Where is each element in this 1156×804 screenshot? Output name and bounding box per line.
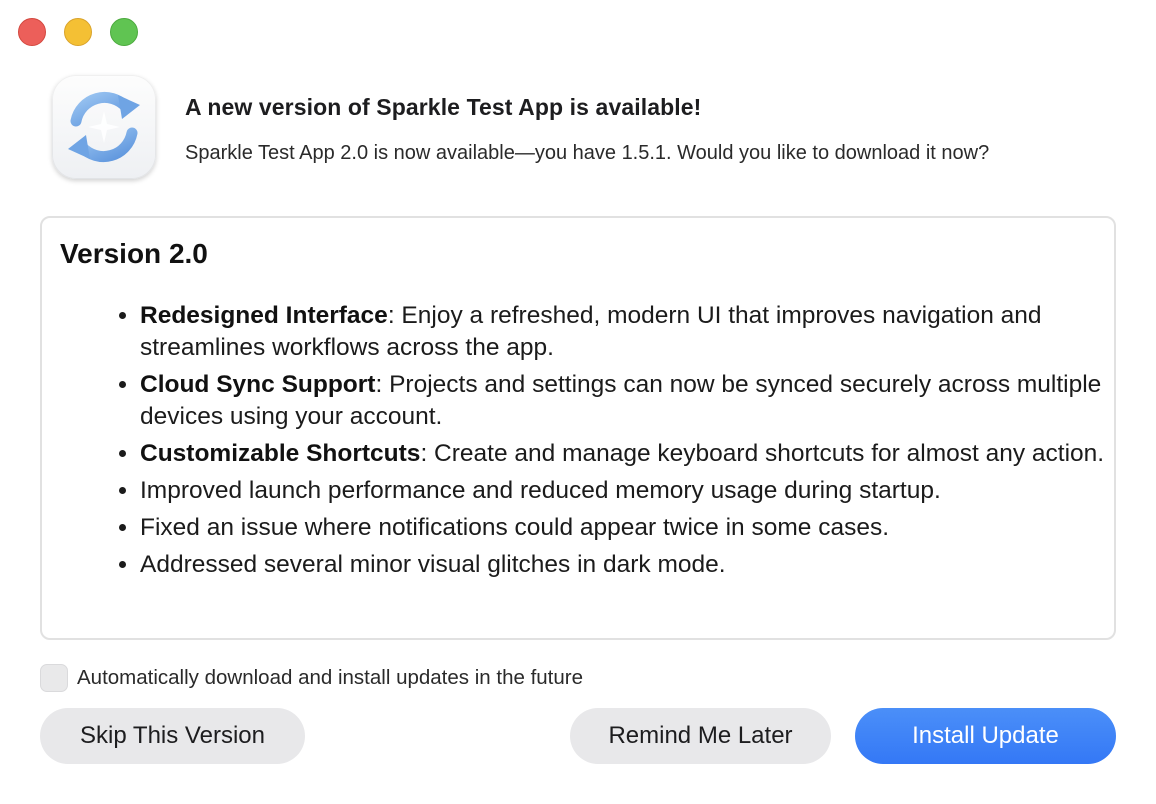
release-note-text: Addressed several minor visual glitches … <box>140 551 726 578</box>
release-note-text: Improved launch performance and reduced … <box>140 477 941 504</box>
release-notes-list: Redesigned Interface: Enjoy a refreshed,… <box>112 300 1130 586</box>
remind-later-button[interactable]: Remind Me Later <box>570 708 831 764</box>
install-update-button[interactable]: Install Update <box>855 708 1116 764</box>
sparkle-update-icon <box>52 75 156 179</box>
window-controls <box>18 18 138 46</box>
release-note-item: Customizable Shortcuts: Create and manag… <box>140 438 1130 470</box>
skip-version-button[interactable]: Skip This Version <box>40 708 305 764</box>
release-notes-panel[interactable]: Version 2.0 Redesigned Interface: Enjoy … <box>40 216 1116 640</box>
auto-update-row: Automatically download and install updat… <box>40 664 583 692</box>
zoom-button[interactable] <box>110 18 138 46</box>
release-note-item: Cloud Sync Support: Projects and setting… <box>140 369 1130 433</box>
close-button[interactable] <box>18 18 46 46</box>
release-note-bold: Redesigned Interface <box>140 302 388 329</box>
update-subtitle: Sparkle Test App 2.0 is now available—yo… <box>185 142 990 164</box>
update-title: A new version of Sparkle Test App is ava… <box>185 94 702 120</box>
release-note-bold: Cloud Sync Support <box>140 371 376 398</box>
release-note-text: Fixed an issue where notifications could… <box>140 514 889 541</box>
release-notes-heading: Version 2.0 <box>60 238 208 269</box>
minimize-button[interactable] <box>64 18 92 46</box>
release-note-item: Fixed an issue where notifications could… <box>140 512 1130 544</box>
release-note-item: Addressed several minor visual glitches … <box>140 549 1130 581</box>
release-note-item: Redesigned Interface: Enjoy a refreshed,… <box>140 300 1130 364</box>
release-note-item: Improved launch performance and reduced … <box>140 475 1130 507</box>
auto-update-label[interactable]: Automatically download and install updat… <box>77 666 583 690</box>
release-note-text: : Create and manage keyboard shortcuts f… <box>420 440 1105 467</box>
auto-update-checkbox[interactable] <box>40 664 68 692</box>
release-note-bold: Customizable Shortcuts <box>140 440 421 467</box>
